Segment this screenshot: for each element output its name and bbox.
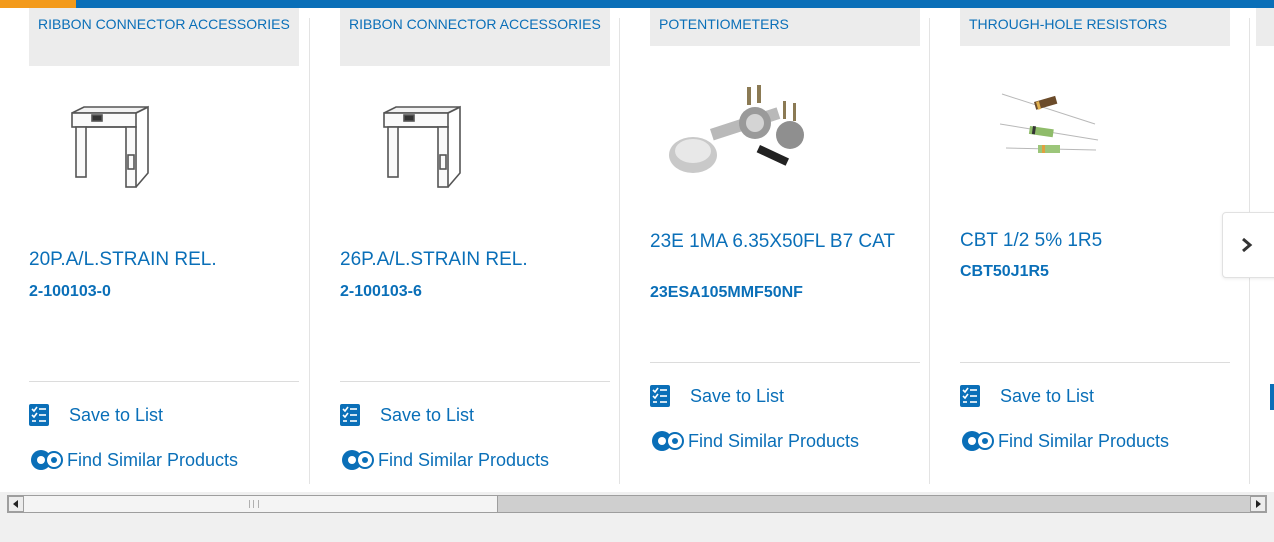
divider: [650, 362, 920, 363]
save-to-list-button[interactable]: Save to List: [650, 385, 784, 407]
gears-icon: [342, 450, 374, 470]
product-card: RIBBON CONNECTOR ACCESSORIES 26P.A/L.STR…: [310, 8, 620, 484]
similar-label: Find Similar Products: [688, 430, 860, 451]
top-accent-bar: [0, 0, 1274, 8]
save-label: Save to List: [69, 404, 164, 425]
product-carousel: RIBBON CONNECTOR ACCESSORIES 20P.A/L.STR…: [0, 8, 1274, 492]
save-to-list-button[interactable]: Save to List: [340, 404, 474, 426]
checklist-icon: [1270, 384, 1274, 410]
scroll-right-button[interactable]: [1250, 496, 1266, 512]
part-number[interactable]: CBT50J1R5: [960, 263, 1049, 281]
checklist-icon: [650, 385, 670, 407]
product-card: RIBBON CONNECTOR ACCESSORIES 20P.A/L.STR…: [0, 8, 310, 484]
similar-label: Find Similar Products: [67, 449, 239, 470]
scroll-thumb[interactable]: [24, 496, 498, 512]
category-label[interactable]: POTENTIOMETERS: [650, 8, 920, 46]
product-image[interactable]: [66, 103, 162, 198]
accent-strip: [0, 0, 76, 8]
similar-label: Find Similar Products: [998, 430, 1170, 451]
carousel-next-button[interactable]: [1222, 212, 1274, 278]
part-number[interactable]: 2-100103-0: [29, 283, 111, 301]
find-similar-button[interactable]: Find Similar Products: [650, 429, 859, 453]
product-image[interactable]: [999, 90, 1100, 175]
part-number[interactable]: 23ESA105MMF50NF: [650, 284, 803, 302]
find-similar-button[interactable]: Find Similar Products: [340, 448, 549, 472]
gears-icon: [962, 431, 994, 451]
category-label[interactable]: RIBBON CONNECTOR ACCESSORIES: [340, 8, 610, 66]
save-to-list-button[interactable]: Save to List: [29, 404, 163, 426]
product-image[interactable]: [665, 83, 815, 188]
checklist-icon: [960, 385, 980, 407]
part-number[interactable]: 2-100103-6: [340, 283, 422, 301]
save-label: Save to List: [1000, 385, 1095, 406]
category-label[interactable]: THROUGH-HOLE RESISTORS: [960, 8, 1230, 46]
gears-icon: [31, 450, 63, 470]
scroll-track[interactable]: [7, 495, 1267, 513]
divider: [29, 381, 299, 382]
product-title[interactable]: CBT 1/2 5% 1R5: [960, 231, 1220, 251]
checklist-icon: [29, 404, 49, 426]
product-title[interactable]: 26P.A/L.STRAIN REL.: [340, 250, 600, 270]
chevron-right-icon: [1242, 237, 1253, 253]
find-similar-button[interactable]: Find Similar Products: [29, 448, 238, 472]
scroll-left-button[interactable]: [8, 496, 24, 512]
product-card: POTENTIOMETERS 23E 1MA 6.35X50FL B7 CAT …: [620, 8, 930, 484]
divider: [340, 381, 610, 382]
gears-icon: [652, 431, 684, 451]
horizontal-scrollbar[interactable]: [0, 492, 1274, 542]
triangle-left-icon: [13, 500, 18, 508]
category-label: [1256, 8, 1274, 46]
product-card: THROUGH-HOLE RESISTORS CBT 1/2 5% 1R5 CB…: [930, 8, 1250, 484]
product-title[interactable]: 20P.A/L.STRAIN REL.: [29, 250, 289, 270]
product-image[interactable]: [378, 103, 474, 198]
save-to-list-button[interactable]: Save to List: [960, 385, 1094, 407]
similar-label: Find Similar Products: [378, 449, 550, 470]
category-label[interactable]: RIBBON CONNECTOR ACCESSORIES: [29, 8, 299, 66]
checklist-icon: [340, 404, 360, 426]
save-label: Save to List: [690, 385, 785, 406]
save-label: Save to List: [380, 404, 475, 425]
divider: [960, 362, 1230, 363]
grip-icon: [249, 500, 259, 508]
triangle-right-icon: [1256, 500, 1261, 508]
product-title[interactable]: 23E 1MA 6.35X50FL B7 CAT: [650, 232, 910, 251]
find-similar-button[interactable]: Find Similar Products: [960, 429, 1169, 453]
